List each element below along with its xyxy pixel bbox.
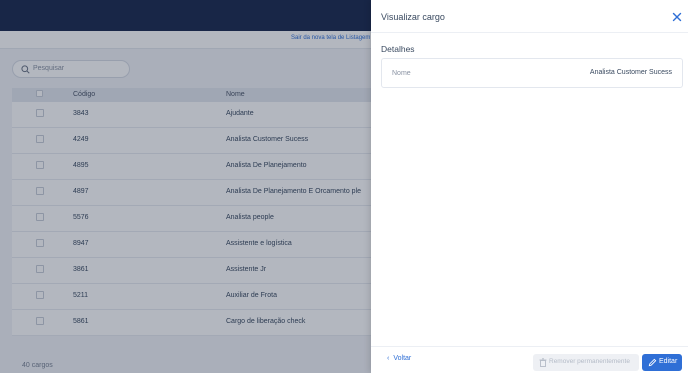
- remove-button-label: Remover permanentemente: [549, 358, 630, 365]
- drawer-title: Visualizar cargo: [381, 12, 445, 22]
- drawer-footer: ‹ Voltar Remover permanentemente Editar: [371, 346, 688, 373]
- details-section-title: Detalhes: [381, 44, 415, 54]
- remove-permanently-button[interactable]: Remover permanentemente: [533, 354, 639, 371]
- close-icon[interactable]: [672, 12, 682, 22]
- pencil-icon: [648, 358, 657, 367]
- back-button[interactable]: ‹ Voltar: [387, 355, 411, 362]
- back-button-label: Voltar: [393, 355, 412, 362]
- edit-button-label: Editar: [659, 358, 678, 365]
- name-field-value: Analista Customer Sucess: [589, 69, 672, 76]
- edit-button[interactable]: Editar: [642, 354, 682, 371]
- drawer-divider: [371, 32, 688, 33]
- details-card: Nome Analista Customer Sucess: [381, 58, 683, 88]
- trash-icon: [539, 358, 547, 367]
- name-field-label: Nome: [392, 70, 411, 77]
- view-role-drawer: Visualizar cargo Detalhes Nome Analista …: [371, 0, 688, 373]
- chevron-left-icon: ‹: [387, 355, 390, 362]
- modal-backdrop[interactable]: [0, 0, 371, 373]
